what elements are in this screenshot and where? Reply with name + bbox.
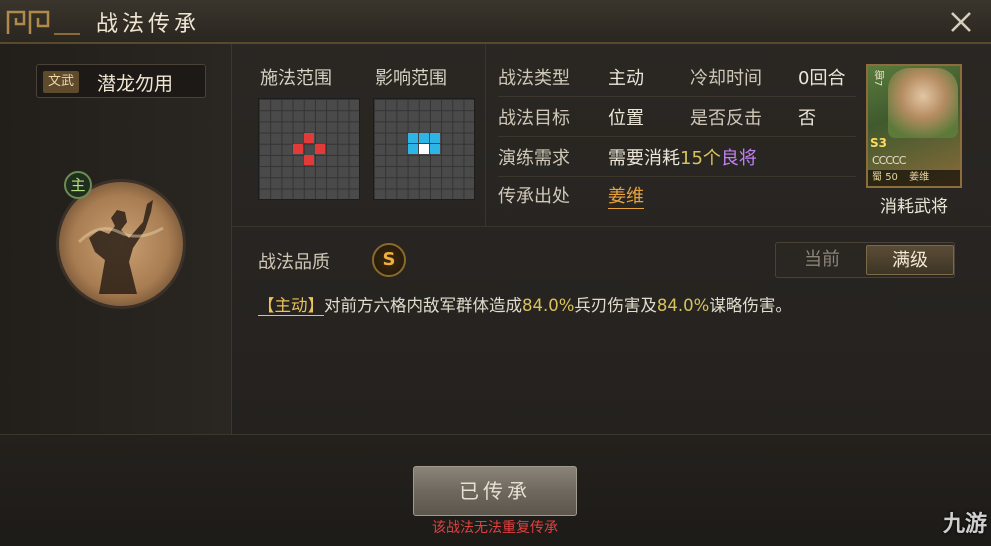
current-level-button[interactable]: 当前 — [778, 245, 866, 275]
desc-part2: 兵刃伤害及 — [574, 296, 657, 315]
effect-range-label: 影响范围 — [375, 68, 447, 89]
skill-target-value: 位置 — [608, 108, 644, 129]
training-requirement: 需要消耗15个良将 — [608, 144, 757, 170]
skill-name: 潜龙勿用 — [97, 73, 174, 95]
source-label: 传承出处 — [498, 186, 570, 207]
card-tier: S3 — [870, 136, 887, 150]
training-prefix: 需要消耗 — [608, 148, 680, 169]
row-divider — [498, 136, 856, 137]
skill-type-value: 主动 — [608, 68, 644, 89]
desc-part3: 谋略伤害。 — [709, 296, 792, 315]
card-info-bar: 蜀 50 姜维 — [868, 170, 960, 186]
watermark-logo: 九游 — [942, 512, 987, 537]
title-bar: 战法传承 — [0, 0, 991, 44]
skill-inherit-dialog: 战法传承 文武 潜龙勿用 主 施法范围 影响范围 战法类型 主动 冷却时间 0回… — [0, 0, 991, 546]
cast-cell — [315, 144, 325, 154]
row-divider — [498, 176, 856, 177]
training-label: 演练需求 — [498, 148, 570, 169]
effect-range-grid — [373, 98, 475, 200]
desc-part1: 对前方六格内敌军群体造成 — [324, 296, 522, 315]
divider — [485, 44, 486, 226]
effect-origin-cell — [419, 144, 429, 154]
counter-value: 否 — [798, 108, 816, 129]
skill-type-label: 战法类型 — [498, 68, 570, 89]
source-general-link[interactable]: 姜维 — [608, 182, 644, 209]
max-level-button[interactable]: 满级 — [866, 245, 954, 275]
cast-cell — [293, 144, 303, 154]
card-cost: 50 — [885, 172, 898, 183]
effect-cell — [430, 144, 440, 154]
quality-label: 战法品质 — [258, 252, 330, 273]
inherited-button[interactable]: 已传承 — [413, 466, 577, 516]
desc-value2: 84.0% — [656, 296, 710, 315]
general-card[interactable]: 御7 S3 CCCCC 蜀 50 姜维 — [866, 64, 962, 188]
cast-cell — [304, 155, 314, 165]
close-button[interactable] — [945, 6, 977, 38]
cooldown-label: 冷却时间 — [690, 68, 762, 89]
consume-general-label: 消耗武将 — [880, 197, 948, 217]
inherit-warning: 该战法无法重复传承 — [432, 520, 558, 536]
quality-badge: S — [372, 243, 406, 277]
desc-value1: 84.0% — [522, 296, 575, 315]
skill-description: 【主动】对前方六格内敌军群体造成84.0%兵刃伤害及84.0%谋略伤害。 — [258, 292, 792, 316]
general-portrait — [888, 68, 958, 138]
card-faction: 蜀 — [872, 172, 882, 183]
ornament-icon — [6, 10, 80, 35]
cast-range-label: 施法范围 — [260, 68, 332, 89]
effect-cell — [419, 133, 429, 143]
counter-label: 是否反击 — [690, 108, 762, 129]
cooldown-value: 0回合 — [798, 68, 846, 89]
level-toggle: 当前 满级 — [775, 242, 955, 278]
skill-name-box: 文武 潜龙勿用 — [36, 64, 206, 98]
lord-badge: 主 — [64, 171, 92, 199]
cast-cell — [304, 133, 314, 143]
row-divider — [498, 96, 856, 97]
training-quality: 良将 — [720, 148, 757, 169]
training-count: 15个 — [680, 148, 721, 169]
effect-cell — [408, 133, 418, 143]
skill-portrait: 主 — [56, 171, 186, 309]
card-general-name: 姜维 — [909, 172, 930, 183]
card-side-text: 御7 — [872, 70, 883, 87]
divider — [232, 226, 991, 227]
left-panel: 文武 潜龙勿用 主 — [0, 44, 232, 434]
skill-target-label: 战法目标 — [498, 108, 570, 129]
skill-type-tag: 文武 — [43, 71, 80, 93]
card-stars: CCCCC — [872, 154, 906, 167]
desc-tag: 【主动】 — [258, 296, 324, 316]
warrior-silhouette-icon — [77, 200, 164, 294]
effect-cell — [430, 133, 440, 143]
effect-cell — [408, 144, 418, 154]
dialog-title: 战法传承 — [96, 12, 201, 37]
cast-range-grid — [258, 98, 360, 200]
close-icon — [951, 12, 971, 32]
